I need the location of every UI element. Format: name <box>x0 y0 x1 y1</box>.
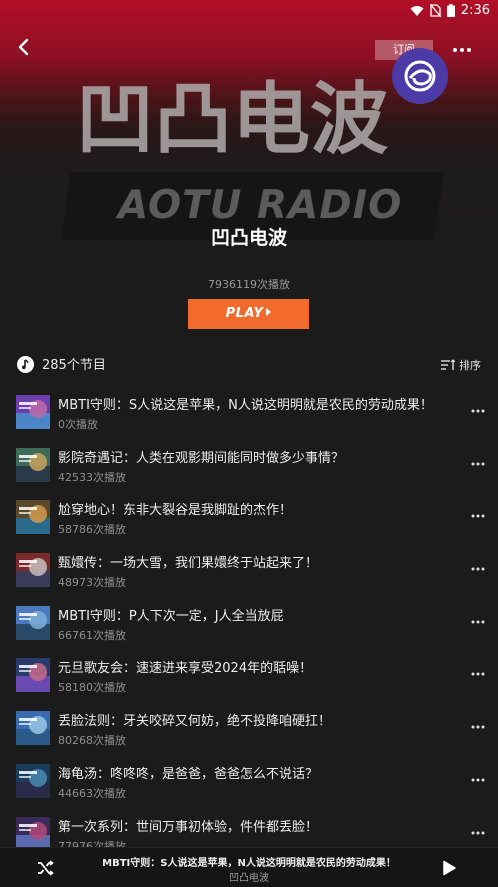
wifi-icon <box>410 5 424 16</box>
episode-play-count: 0次播放 <box>58 418 98 431</box>
brand-logo-icon <box>392 48 448 104</box>
episode-play-count: 80268次播放 <box>58 734 126 748</box>
back-button[interactable] <box>12 35 36 59</box>
cover-title-art: 凹凸电波 <box>76 75 388 156</box>
episode-play-count: 58786次播放 <box>58 523 126 537</box>
episode-more-icon[interactable] <box>470 828 486 838</box>
music-note-icon <box>17 356 34 373</box>
status-bar: 2:36 <box>0 0 498 22</box>
episode-play-count: 44663次播放 <box>58 786 126 800</box>
episode-title: 丢脸法则：牙关咬碎又何妨，绝不投降咱硬扛！ <box>58 714 332 730</box>
cover-banner-text: AOTU RADIO <box>118 183 403 228</box>
episode-thumbnail <box>16 605 50 640</box>
episode-list: MBTI守则：S人说这是苹果，N人说这明明就是农民的劳动成果！ 0次播放影院奇遇记… <box>0 394 498 868</box>
episode-count: 285个节目 <box>42 358 106 373</box>
episode-more-icon[interactable] <box>470 511 486 521</box>
episode-row[interactable]: 元旦歌友会：速速进来享受2024年的聒噪！ 58180次播放 <box>0 657 498 710</box>
channel-hero: 2:36 订阅 凹凸电波 AOTU RADIO 凹凸电波 7936119次播放 … <box>0 0 498 350</box>
episode-play-count: 66761次播放 <box>58 628 126 642</box>
episode-row[interactable]: 丢脸法则：牙关咬碎又何妨，绝不投降咱硬扛！ 80268次播放 <box>0 710 498 763</box>
episode-more-icon[interactable] <box>470 617 486 627</box>
now-playing-title[interactable]: MBTI守则：S人说这是苹果，N人说这明明就是农民的劳动成果！ <box>0 854 498 869</box>
episode-row[interactable]: MBTI守则：P人下次一定，J人全当放屁 66761次播放 <box>0 605 498 658</box>
now-playing-channel: 凹凸电波 <box>229 873 269 884</box>
episode-thumbnail <box>16 658 50 693</box>
episode-title: 影院奇遇记：人类在观影期间能同时做多少事情？ <box>58 450 345 466</box>
episode-row[interactable]: 海龟汤：咚咚咚，是爸爸，爸爸怎么不说话？ 44663次播放 <box>0 763 498 816</box>
play-triangle-icon <box>266 308 272 316</box>
svg-text:凹凸电波: 凹凸电波 <box>76 75 388 156</box>
episode-row[interactable]: 影院奇遇记：人类在观影期间能同时做多少事情？ 42533次播放 <box>0 447 498 500</box>
episode-thumbnail <box>16 553 50 588</box>
episode-row[interactable]: 甄嬛传：一场大雪，我们果嬛终于站起来了！ 48973次播放 <box>0 552 498 605</box>
mini-player: MBTI守则：S人说这是苹果，N人说这明明就是农民的劳动成果！ 凹凸电波 <box>0 847 498 887</box>
episode-thumbnail <box>16 711 50 746</box>
episode-list-header: 285个节目 排序 <box>0 350 498 380</box>
play-all-button[interactable]: PLAY <box>188 299 309 329</box>
channel-play-count: 7936119次播放 <box>208 278 290 291</box>
episode-more-icon[interactable] <box>470 406 486 416</box>
episode-more-icon[interactable] <box>470 459 486 469</box>
episode-title: 尬穿地心！东非大裂谷是我脚趾的杰作！ <box>58 503 293 519</box>
episode-title: MBTI守则：P人下次一定，J人全当放屁 <box>58 608 284 624</box>
episode-play-count: 58180次播放 <box>58 681 126 695</box>
status-time: 2:36 <box>460 3 490 18</box>
episode-play-count: 42533次播放 <box>58 470 126 484</box>
episode-thumbnail <box>16 500 50 535</box>
battery-icon <box>446 4 455 17</box>
episode-title: MBTI守则：S人说这是苹果，N人说这明明就是农民的劳动成果！ <box>58 398 433 413</box>
channel-title: 凹凸电波 <box>210 227 287 249</box>
episode-thumbnail <box>16 447 50 482</box>
sort-button[interactable]: 排序 <box>441 357 481 373</box>
episode-title: 元旦歌友会：速速进来享受2024年的聒噪！ <box>58 661 313 677</box>
episode-thumbnail <box>16 395 50 429</box>
play-pause-icon[interactable] <box>441 860 457 876</box>
episode-title: 甄嬛传：一场大雪，我们果嬛终于站起来了！ <box>58 556 319 572</box>
sort-icon <box>441 359 455 370</box>
no-sim-icon <box>429 4 441 17</box>
play-all-label: PLAY <box>225 306 264 321</box>
episode-more-icon[interactable] <box>470 669 486 679</box>
episode-more-icon[interactable] <box>470 722 486 732</box>
more-options-icon[interactable] <box>451 40 473 60</box>
episode-thumbnail <box>16 763 50 798</box>
episode-play-count: 48973次播放 <box>58 576 126 590</box>
episode-title: 海龟汤：咚咚咚，是爸爸，爸爸怎么不说话？ <box>58 766 319 782</box>
episode-row[interactable]: 尬穿地心！东非大裂谷是我脚趾的杰作！ 58786次播放 <box>0 499 498 552</box>
episode-title: 第一次系列：世间万事初体验，件件都丢脸！ <box>58 819 319 835</box>
sort-label: 排序 <box>459 359 481 372</box>
episode-thumbnail <box>16 816 50 851</box>
episode-row[interactable]: MBTI守则：S人说这是苹果，N人说这明明就是农民的劳动成果！ 0次播放 <box>0 394 498 447</box>
episode-more-icon[interactable] <box>470 775 486 785</box>
episode-more-icon[interactable] <box>470 564 486 574</box>
